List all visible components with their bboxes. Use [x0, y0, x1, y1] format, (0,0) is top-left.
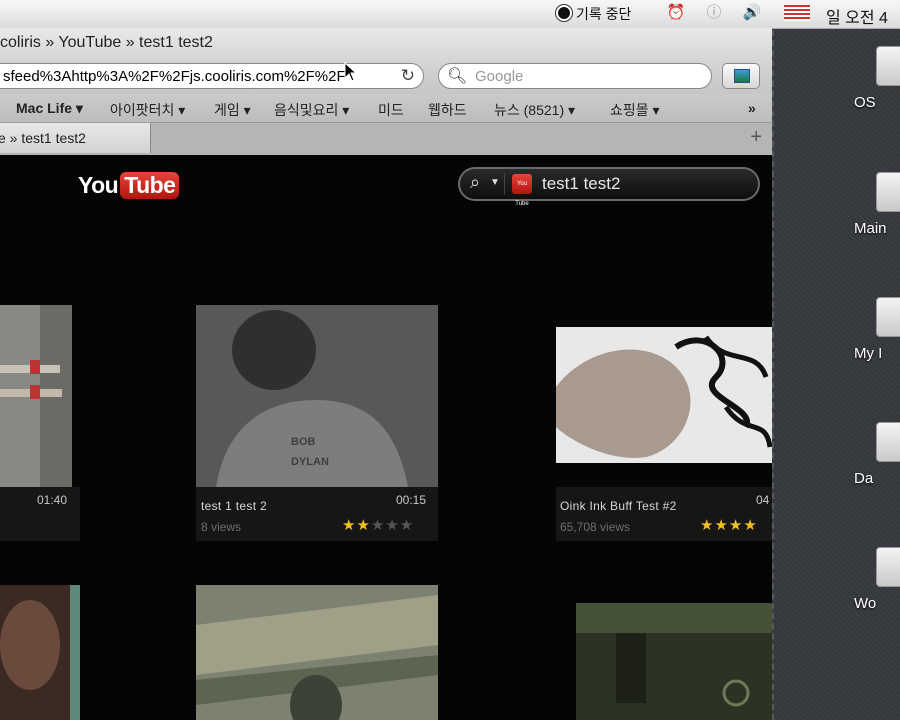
star-rating: ★★★★★ [342, 517, 415, 534]
tab-title: e » test1 test2 [0, 130, 86, 146]
tab-bar: e » test1 test2 + [0, 123, 772, 155]
bookmarks-bar: Mac Life ▾ 아이팟터치 ▾ 게임 ▾ 음식및요리 ▾ 미드 웹하드 뉴… [0, 94, 772, 123]
bookmark-webhard[interactable]: 웹하드 [428, 100, 467, 120]
volume-icon[interactable]: 🔊 [742, 3, 762, 23]
address-bar[interactable]: sfeed%3Ahttp%3A%2F%2Fjs.cooliris.com%2F%… [0, 63, 424, 89]
video-thumbnail[interactable] [196, 585, 438, 720]
video-duration: 01:40 [37, 493, 68, 507]
video-title[interactable]: Oink Ink Buff Test #2 [560, 499, 677, 513]
desktop-item-label: Da [854, 470, 874, 487]
hard-drive-icon [876, 297, 900, 337]
window-titlebar: coliris » YouTube » test1 test2 [0, 28, 772, 60]
input-source-flag-icon[interactable] [784, 5, 810, 21]
bookmark-shopping[interactable]: 쇼핑몰 ▾ [610, 100, 660, 120]
video-duration: 00:15 [396, 493, 427, 507]
desktop-item-label: Main [854, 220, 887, 237]
bookmark-ipod-touch[interactable]: 아이팟터치 ▾ [110, 100, 185, 120]
video-thumbnail[interactable] [556, 327, 772, 487]
bookmark-news[interactable]: 뉴스 (8521) ▾ [494, 100, 575, 120]
browser-window: coliris » YouTube » test1 test2 sfeed%3A… [0, 28, 772, 720]
bookmark-food[interactable]: 음식및요리 ▾ [274, 100, 349, 120]
bookmark-mid[interactable]: 미드 [378, 100, 404, 120]
menubar: 기록 중단 ⏰ ⓘ 🔊 일 오전 4 [0, 0, 900, 29]
video-title[interactable]: test 1 test 2 [201, 499, 267, 513]
youtube-source-icon: You Tube [512, 174, 532, 207]
search-field[interactable]: 🔍︎ Google [438, 63, 712, 89]
divider [504, 173, 505, 195]
hard-drive-icon [876, 172, 900, 212]
reload-icon[interactable]: ↻ [401, 66, 415, 86]
video-thumbnail[interactable] [576, 603, 772, 720]
video-card[interactable]: 01:40 [0, 305, 80, 541]
browser-toolbar: sfeed%3Ahttp%3A%2F%2Fjs.cooliris.com%2F%… [0, 60, 772, 94]
star-rating: ★★★★ [700, 517, 758, 534]
bookmark-games[interactable]: 게임 ▾ [214, 100, 251, 120]
bookmarks-overflow-button[interactable]: » [748, 100, 756, 116]
search-icon: 🔍︎ [447, 68, 468, 85]
address-text: sfeed%3Ahttp%3A%2F%2Fjs.cooliris.com%2F%… [3, 68, 346, 85]
mouse-pointer-icon [344, 62, 358, 82]
video-thumbnail[interactable] [0, 305, 72, 487]
record-icon [556, 5, 572, 21]
logo-tube: Tube [120, 172, 180, 199]
page-content: YouTube ⌕ ▼ You Tube test1 test2 01:40 [0, 155, 772, 720]
video-views: 8 views [201, 520, 242, 534]
video-card[interactable]: Oink Ink Buff Test #2 04 65,708 views ★★… [556, 305, 772, 541]
record-label: 기록 중단 [576, 6, 632, 22]
svg-text:BOB: BOB [291, 436, 316, 448]
desktop-drive-my[interactable]: My I [854, 297, 900, 362]
desktop-item-label: OS [854, 94, 876, 111]
video-card[interactable] [576, 603, 772, 720]
desktop-drive-os[interactable]: OS [854, 46, 900, 111]
svg-text:DYLAN: DYLAN [291, 456, 329, 468]
video-duration: 04 [756, 493, 770, 507]
search-placeholder: Google [475, 68, 524, 85]
video-thumbnail[interactable] [0, 585, 80, 720]
desktop-item-label: Wo [854, 595, 877, 612]
window-title: coliris » YouTube » test1 test2 [0, 34, 213, 51]
desktop-drive-wo[interactable]: Wo [854, 547, 900, 612]
timer-icon[interactable]: ⏰ [666, 3, 686, 23]
video-card[interactable] [0, 585, 80, 720]
bookmark-mac-life[interactable]: Mac Life ▾ [16, 100, 83, 117]
logo-you: You [78, 172, 119, 198]
new-tab-button[interactable]: + [750, 126, 762, 149]
video-card[interactable] [196, 585, 438, 720]
cooliris-search-box[interactable]: ⌕ ▼ You Tube test1 test2 [458, 167, 760, 207]
search-query[interactable]: test1 test2 [542, 174, 620, 194]
tab-youtube[interactable]: e » test1 test2 [0, 123, 151, 153]
hard-drive-icon [876, 547, 900, 587]
desktop-background: OS Main My I Da Wo [772, 0, 900, 720]
video-thumbnail[interactable]: BOB DYLAN [196, 305, 438, 487]
video-card[interactable]: BOB DYLAN test 1 test 2 00:15 8 views ★★… [196, 305, 438, 541]
cooliris-icon [734, 69, 750, 83]
hard-drive-icon [876, 422, 900, 462]
desktop-item-label: My I [854, 345, 883, 362]
chevron-down-icon[interactable]: ▼ [490, 177, 500, 188]
video-views: 65,708 views [560, 520, 631, 534]
hard-drive-icon [876, 46, 900, 86]
youtube-logo[interactable]: You Tube [78, 172, 180, 199]
sync-icon[interactable]: ⓘ [704, 3, 724, 23]
search-icon: ⌕ [470, 172, 481, 192]
extension-button[interactable] [722, 63, 760, 89]
desktop-drive-da[interactable]: Da [854, 422, 900, 487]
stop-recording-menu[interactable]: 기록 중단 [556, 4, 631, 24]
menubar-clock[interactable]: 일 오전 4 [826, 4, 888, 28]
desktop-drive-main[interactable]: Main [854, 172, 900, 237]
